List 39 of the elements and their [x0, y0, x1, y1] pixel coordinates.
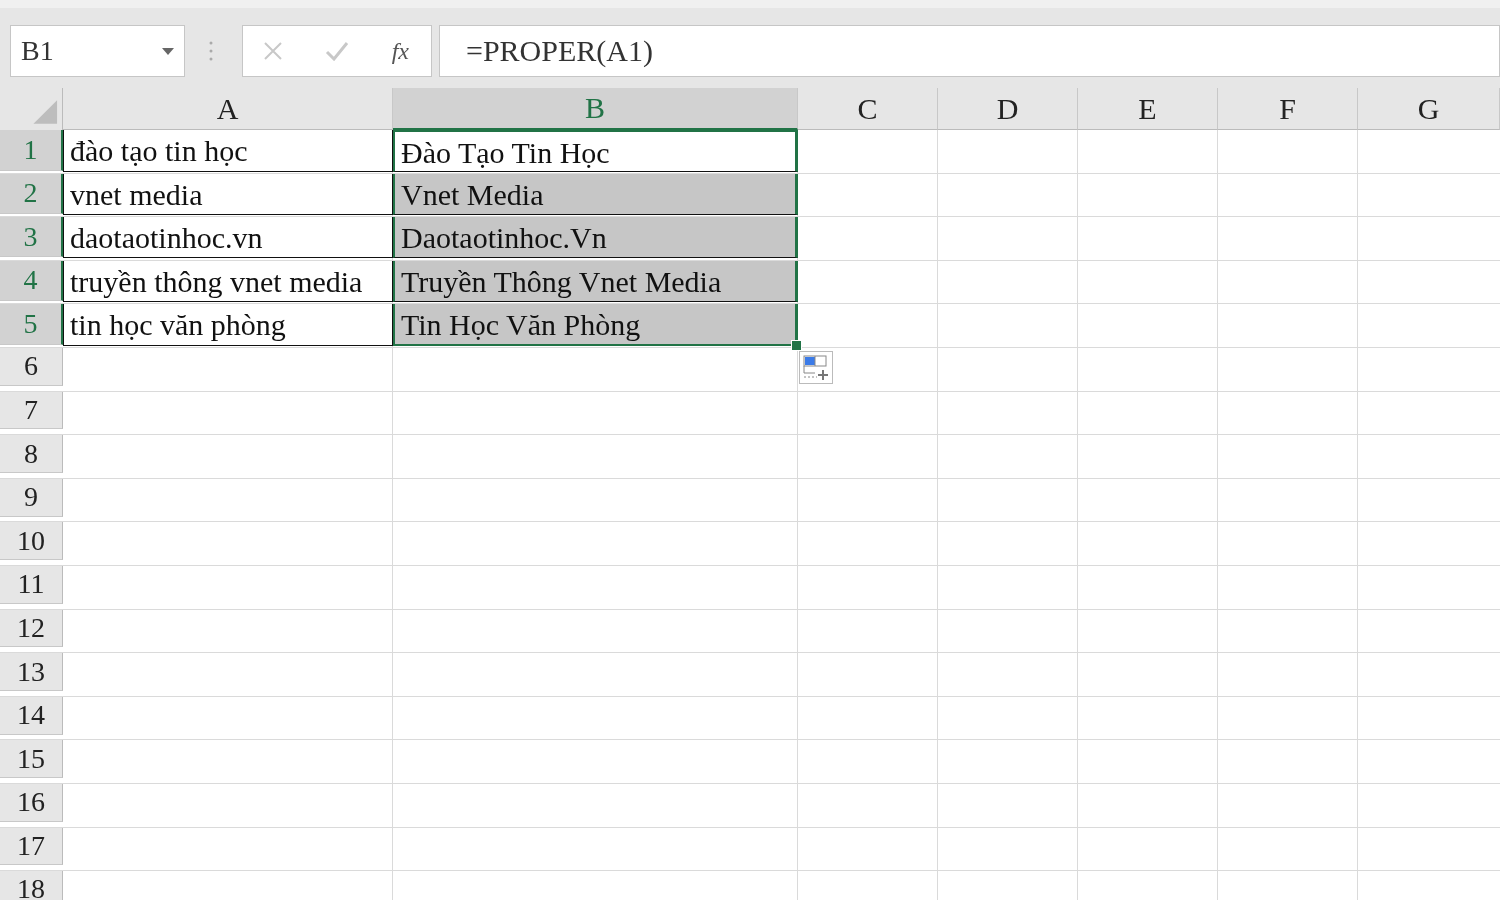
row-header[interactable]: 10 — [0, 522, 63, 561]
table-cell[interactable]: tin học văn phòng — [63, 304, 393, 347]
column-header[interactable]: E — [1078, 88, 1218, 130]
table-cell[interactable]: Daotaotinhoc.Vn — [393, 217, 798, 259]
row-header[interactable]: 3 — [0, 217, 63, 258]
table-cell[interactable]: daotaotinhoc.vn — [63, 217, 393, 259]
row-header[interactable]: 2 — [0, 173, 63, 214]
column-header[interactable]: F — [1218, 88, 1358, 130]
row-header[interactable]: 6 — [0, 347, 63, 386]
row-header[interactable]: 13 — [0, 653, 63, 691]
column-header[interactable]: D — [938, 88, 1078, 130]
row-header[interactable]: 11 — [0, 565, 63, 604]
table-cell[interactable]: Vnet Media — [393, 173, 798, 215]
insert-function-button[interactable]: fx — [391, 37, 409, 65]
row-header[interactable]: 8 — [0, 435, 63, 473]
table-cell[interactable]: đào tạo tin học — [63, 130, 393, 173]
table-cell[interactable]: Đào Tạo Tin Học — [393, 130, 798, 173]
row-header[interactable]: 5 — [0, 304, 63, 346]
column-header[interactable]: G — [1358, 88, 1500, 130]
row-header[interactable]: 16 — [0, 783, 63, 822]
formula-field[interactable]: =PROPER(A1) — [439, 25, 1500, 77]
row-header[interactable]: 17 — [0, 827, 63, 866]
fill-handle[interactable] — [791, 340, 802, 352]
column-header[interactable]: B — [393, 88, 798, 130]
dropdown-caret-icon[interactable] — [162, 47, 174, 55]
row-header[interactable]: 9 — [0, 478, 63, 517]
row-header[interactable]: 15 — [0, 740, 63, 779]
name-box[interactable]: B1 — [10, 25, 185, 77]
table-cell[interactable]: truyền thông vnet media — [63, 260, 393, 303]
row-header[interactable]: 7 — [0, 391, 63, 430]
row-header[interactable]: 18 — [0, 871, 63, 900]
cell-reference: B1 — [21, 35, 54, 67]
row-header[interactable]: 1 — [0, 130, 63, 172]
row-header[interactable]: 4 — [0, 260, 63, 302]
column-header[interactable]: C — [798, 88, 938, 130]
table-cell[interactable]: Truyền Thông Vnet Media — [393, 260, 798, 303]
row-header[interactable]: 12 — [0, 609, 63, 648]
row-header[interactable]: 14 — [0, 696, 63, 735]
table-cell[interactable]: vnet media — [63, 173, 393, 215]
